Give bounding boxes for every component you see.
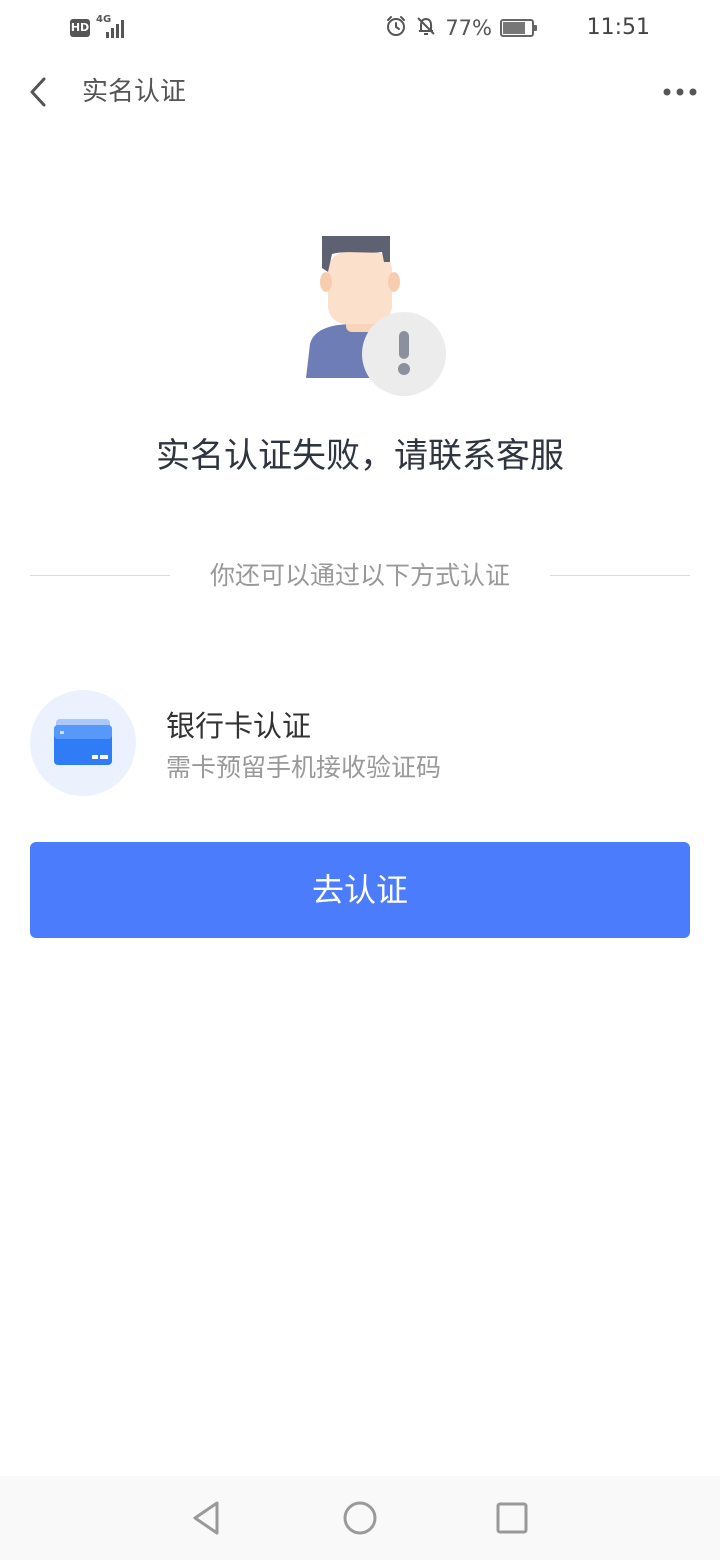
user-alert-illustration — [298, 232, 450, 400]
status-time: 11:51 — [586, 15, 650, 40]
nav-back-button[interactable] — [182, 1494, 230, 1542]
mute-icon — [415, 15, 437, 42]
nav-recents-icon — [496, 1502, 528, 1534]
hd-badge: HD — [70, 19, 90, 37]
header: 实名认证 — [0, 56, 720, 128]
go-verify-button[interactable]: 去认证 — [30, 842, 690, 938]
result-message: 实名认证失败，请联系客服 — [156, 436, 564, 476]
status-left: HD 4G — [70, 14, 130, 40]
more-button[interactable] — [660, 76, 704, 108]
nav-back-icon — [193, 1501, 219, 1535]
status-right: 77% — [385, 14, 537, 42]
option-title: 银行卡认证 — [166, 709, 312, 743]
nav-recents-button[interactable] — [488, 1494, 536, 1542]
option-description: 需卡预留手机接收验证码 — [166, 753, 442, 782]
divider-text: 你还可以通过以下方式认证 — [209, 561, 510, 590]
divider-line-right — [550, 575, 690, 576]
nav-home-button[interactable] — [336, 1494, 384, 1542]
bank-card-icon — [54, 719, 112, 765]
nav-home-icon — [343, 1501, 377, 1535]
battery-icon — [500, 19, 537, 37]
alternatives-divider: 你还可以通过以下方式认证 — [30, 558, 690, 594]
system-nav-bar — [0, 1476, 720, 1560]
bank-card-icon-wrap — [30, 690, 136, 796]
back-arrow-icon — [30, 77, 46, 107]
alarm-icon — [385, 15, 407, 42]
battery-percent: 77% — [445, 16, 492, 40]
bank-card-option[interactable]: 银行卡认证 需卡预留手机接收验证码 — [30, 690, 690, 796]
page-title: 实名认证 — [82, 77, 187, 107]
status-bar: HD 4G 77% 11:51 — [0, 0, 720, 56]
signal-icon: 4G — [96, 14, 130, 40]
more-dots-icon — [663, 88, 697, 96]
back-button[interactable] — [18, 72, 58, 112]
